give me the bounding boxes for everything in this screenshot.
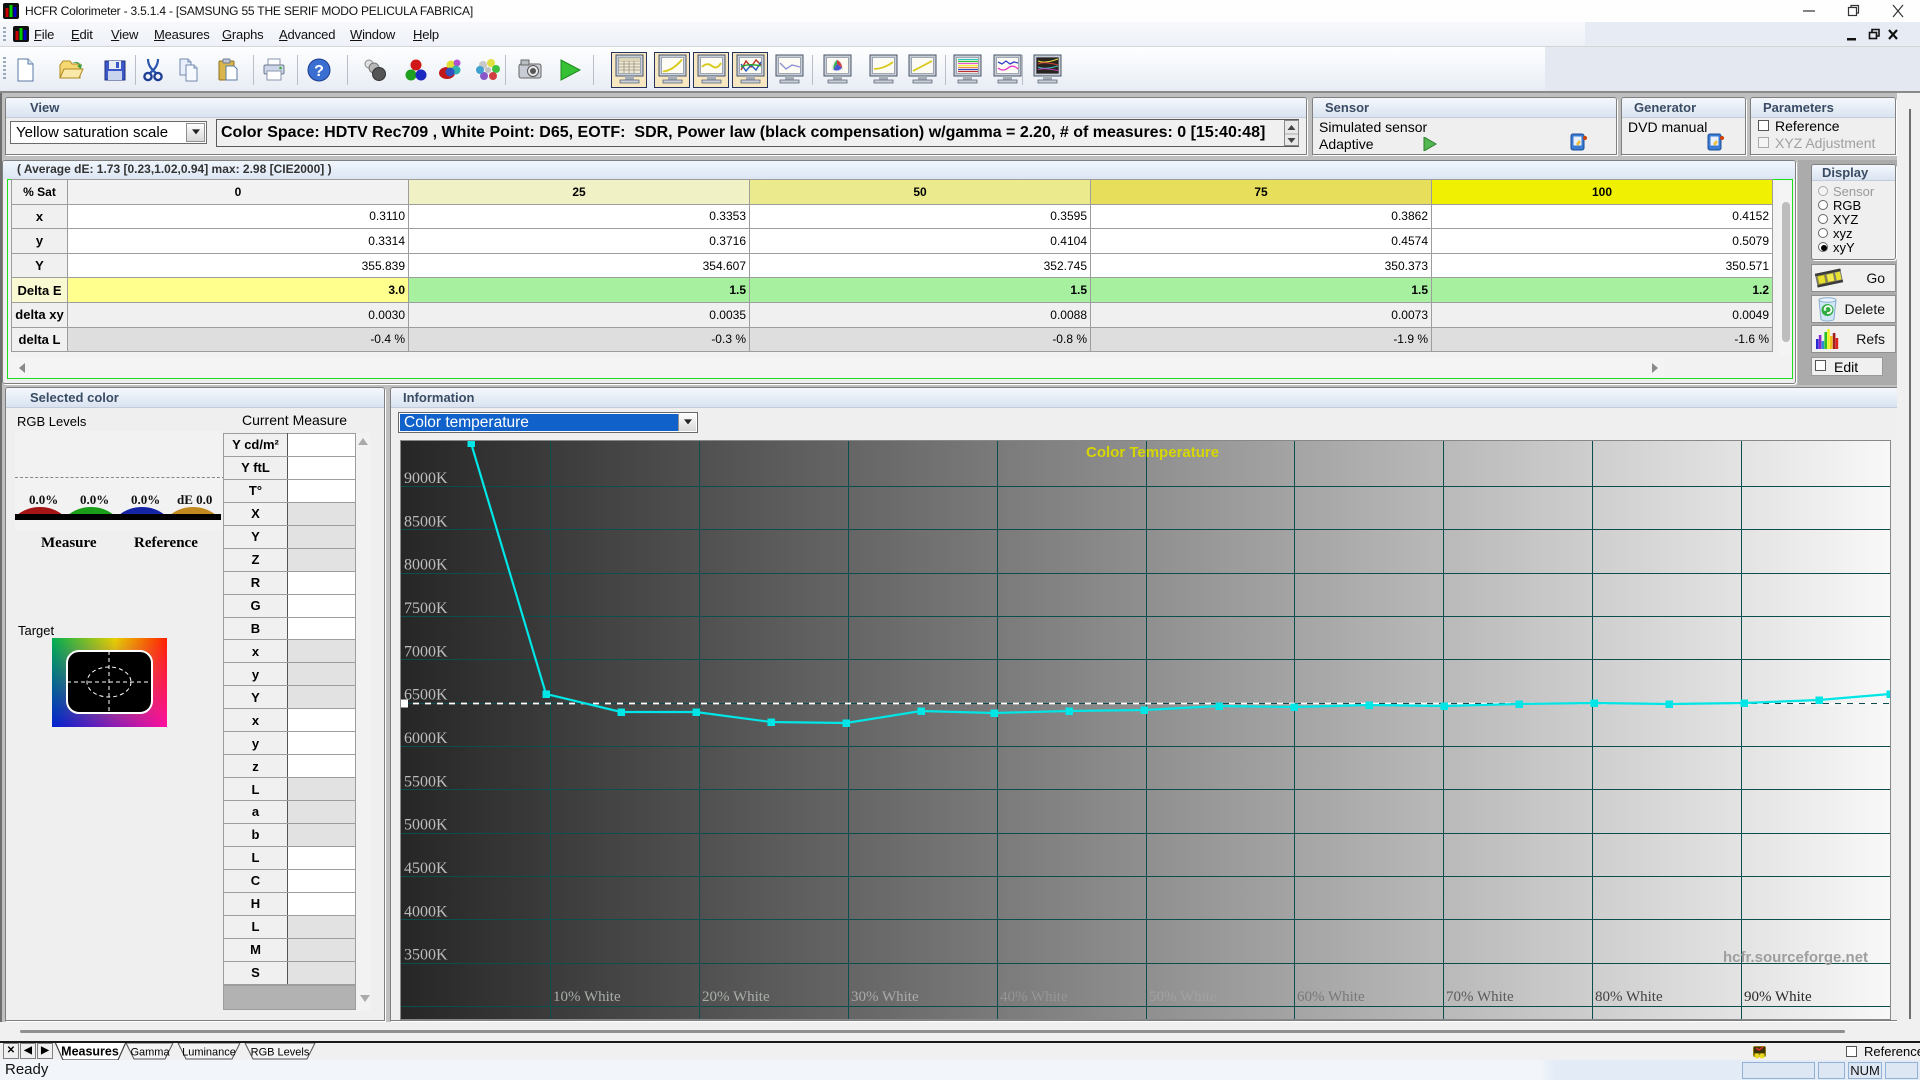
- svg-text:5000K: 5000K: [404, 817, 448, 834]
- svg-text:30% White: 30% White: [851, 989, 919, 1005]
- svg-text:Measures: Measures: [61, 1045, 119, 1059]
- svg-text:9000K: 9000K: [404, 470, 448, 487]
- svg-text:70% White: 70% White: [1446, 989, 1514, 1005]
- svg-text:7000K: 7000K: [404, 643, 448, 660]
- svg-text:80% White: 80% White: [1595, 989, 1663, 1005]
- svg-text:Color Temperature: Color Temperature: [1086, 444, 1219, 461]
- svg-text:Luminance: Luminance: [182, 1047, 236, 1059]
- svg-text:6500K: 6500K: [404, 687, 448, 704]
- svg-text:RGB Levels: RGB Levels: [251, 1047, 310, 1059]
- svg-text:50% White: 50% White: [1149, 989, 1217, 1005]
- svg-text:60% White: 60% White: [1297, 989, 1365, 1005]
- svg-text:hcfr.sourceforge.net: hcfr.sourceforge.net: [1723, 949, 1868, 966]
- svg-text:10% White: 10% White: [553, 989, 621, 1005]
- svg-text:5500K: 5500K: [404, 773, 448, 790]
- svg-text:7500K: 7500K: [404, 600, 448, 617]
- svg-text:6000K: 6000K: [404, 730, 448, 747]
- svg-text:Gamma: Gamma: [130, 1047, 170, 1059]
- svg-text:40% White: 40% White: [1000, 989, 1068, 1005]
- svg-text:4000K: 4000K: [404, 903, 448, 920]
- svg-text:3500K: 3500K: [404, 947, 448, 964]
- svg-text:?: ?: [314, 63, 324, 80]
- svg-text:20% White: 20% White: [702, 989, 770, 1005]
- svg-text:4500K: 4500K: [404, 860, 448, 877]
- svg-text:8000K: 8000K: [404, 557, 448, 574]
- svg-text:90% White: 90% White: [1744, 989, 1812, 1005]
- svg-text:8500K: 8500K: [404, 513, 448, 530]
